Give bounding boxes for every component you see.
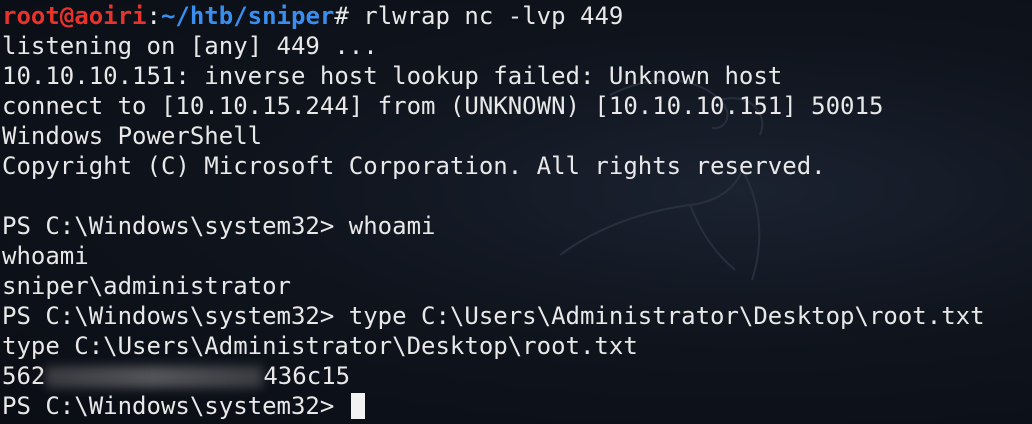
output-connect: connect to [10.10.15.244] from (UNKNOWN)… <box>2 92 884 120</box>
ps-prompt-whoami: PS C:\Windows\system32> whoami <box>2 212 436 240</box>
output-powershell-banner: Windows PowerShell <box>2 122 263 150</box>
ps-prompt-type: PS C:\Windows\system32> type C:\Users\Ad… <box>2 302 985 330</box>
output-listening: listening on [any] 449 ... <box>2 32 378 60</box>
prompt-command: rlwrap nc -lvp 449 <box>363 2 624 30</box>
prompt-symbol: # <box>334 2 364 30</box>
prompt-path: ~/htb/sniper <box>160 2 335 30</box>
flag-hash-suffix: 436c15 <box>263 362 351 390</box>
output-root-flag: 562 436c15 <box>2 361 1032 391</box>
ps-prompt-current-text: PS C:\Windows\system32> <box>2 392 349 420</box>
redacted-blur <box>45 366 264 388</box>
output-blank-line <box>2 181 1032 211</box>
terminal-window[interactable]: root@aoiri:~/htb/sniper# rlwrap nc -lvp … <box>0 0 1032 424</box>
flag-hash-prefix: 562 <box>2 362 46 390</box>
ps-prompt-current[interactable]: PS C:\Windows\system32> <box>2 391 1032 421</box>
prompt-colon: : <box>146 2 161 30</box>
output-echo-whoami: whoami <box>2 242 89 270</box>
output-whoami-result: sniper\administrator <box>2 272 291 300</box>
text-cursor <box>350 393 365 419</box>
output-echo-type: type C:\Users\Administrator\Desktop\root… <box>2 332 638 360</box>
shell-prompt-line: root@aoiri:~/htb/sniper# rlwrap nc -lvp … <box>2 1 1032 31</box>
output-lookup-failed: 10.10.10.151: inverse host lookup failed… <box>2 62 783 90</box>
prompt-user-host: root@aoiri <box>2 2 147 30</box>
terminal-output: root@aoiri:~/htb/sniper# rlwrap nc -lvp … <box>2 1 1032 421</box>
output-copyright: Copyright (C) Microsoft Corporation. All… <box>2 152 826 180</box>
